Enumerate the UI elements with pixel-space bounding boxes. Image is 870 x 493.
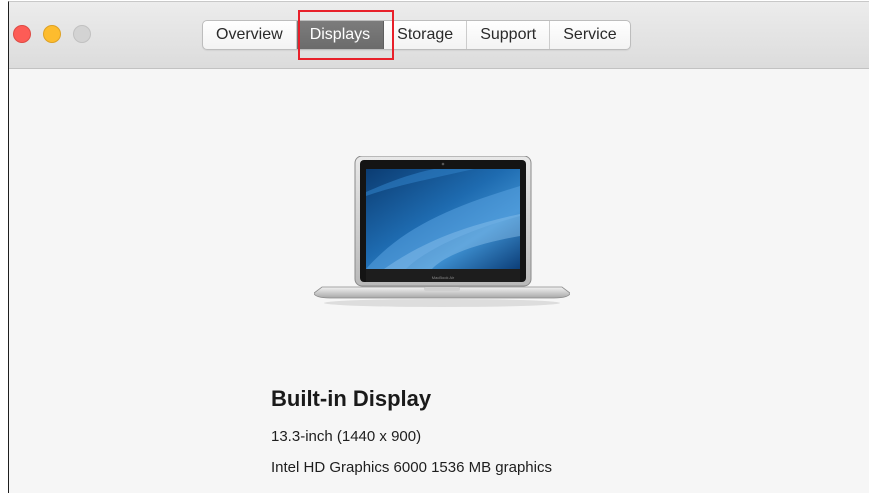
about-this-mac-window: Overview Displays Storage Support Servic… [8,1,869,493]
title-bar: Overview Displays Storage Support Servic… [9,2,869,69]
display-graphics: Intel HD Graphics 6000 1536 MB graphics [271,459,552,476]
display-name: Built-in Display [271,386,432,411]
tab-overview[interactable]: Overview [203,21,297,49]
zoom-window-button[interactable] [73,25,91,43]
close-window-button[interactable] [13,25,31,43]
tab-storage[interactable]: Storage [384,21,468,49]
minimize-window-button[interactable] [43,25,61,43]
macbook-air-icon: MacBook Air [314,156,570,307]
tab-displays[interactable]: Displays [296,21,385,49]
display-size: 13.3-inch (1440 x 900) [271,428,422,445]
svg-text:MacBook Air: MacBook Air [432,275,455,280]
tab-support[interactable]: Support [467,21,551,49]
tab-bar: Overview Displays Storage Support Servic… [202,20,631,50]
tab-service[interactable]: Service [550,21,629,49]
